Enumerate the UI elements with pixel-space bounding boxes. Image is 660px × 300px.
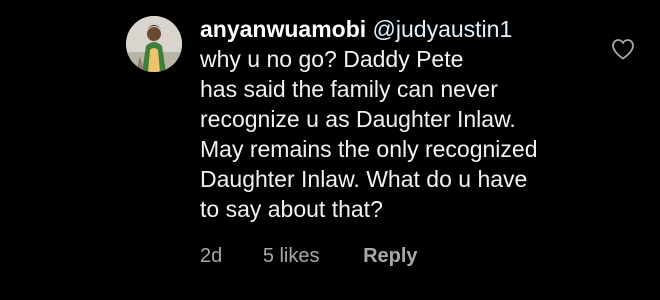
comment-content: anyanwuamobi @judyaustin1 why u no go? D… [200,14,600,224]
comment-text: anyanwuamobi @judyaustin1 why u no go? D… [200,14,600,224]
avatar[interactable] [126,16,182,72]
username-link[interactable]: anyanwuamobi [200,16,366,42]
comment-line: May remains the only recognized [200,136,538,162]
comment-line: to say about that? [200,196,383,222]
comment-meta: 2d 5 likes Reply [200,245,418,268]
comment-line: has said the family can never [200,76,498,102]
comment-row: anyanwuamobi @judyaustin1 why u no go? D… [0,0,660,300]
mention-link[interactable]: @judyaustin1 [373,16,513,42]
heart-outline-icon[interactable] [611,38,635,60]
timestamp[interactable]: 2d [200,245,222,268]
comment-line: Daughter Inlaw. What do u have [200,166,528,192]
comment-line: recognize u as Daughter Inlaw. [200,106,516,132]
likes-count[interactable]: 5 likes [263,245,320,268]
reply-button[interactable]: Reply [363,245,417,268]
avatar-image [126,16,182,72]
comment-line: why u no go? Daddy Pete [200,46,464,72]
